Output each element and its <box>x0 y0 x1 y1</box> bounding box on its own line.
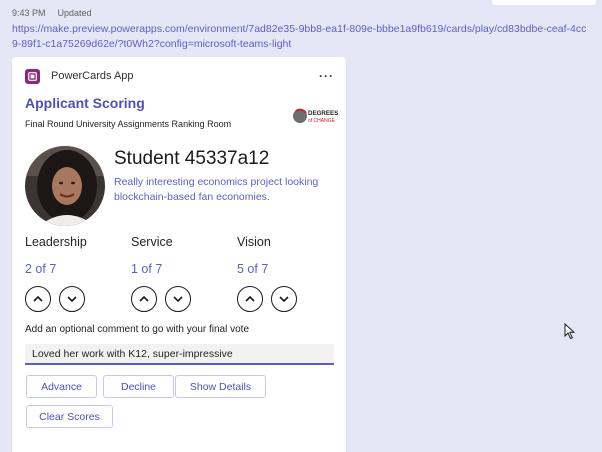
app-icon <box>25 68 40 84</box>
chevron-up-icon <box>245 295 255 302</box>
mouse-cursor-icon <box>564 323 576 340</box>
more-options-icon[interactable]: ··· <box>319 70 334 82</box>
power-card: PowerCards App ··· Applicant Scoring Fin… <box>12 57 346 452</box>
timestamp: 9:43 PM <box>12 8 46 18</box>
service-value: 1 of 7 <box>131 262 163 276</box>
student-description: Really interesting economics project loo… <box>114 176 319 203</box>
svg-text:DEGREES: DEGREES <box>308 110 338 117</box>
decline-button[interactable]: Decline <box>103 375 174 398</box>
chevron-down-icon <box>279 296 289 303</box>
student-avatar <box>25 146 105 226</box>
vision-value: 5 of 7 <box>237 262 269 276</box>
url-link[interactable]: https://make.preview.powerapps.com/envir… <box>12 22 590 52</box>
service-increase-button[interactable] <box>131 286 157 312</box>
advance-button[interactable]: Advance <box>26 375 97 398</box>
leadership-score-group: Leadership 2 of 7 <box>25 235 125 312</box>
student-name: Student 45337a12 <box>114 148 270 169</box>
chevron-up-icon <box>139 295 149 302</box>
leadership-label: Leadership <box>25 235 87 249</box>
clear-scores-button[interactable]: Clear Scores <box>26 405 113 428</box>
leadership-decrease-button[interactable] <box>59 286 85 312</box>
top-right-panel <box>492 0 596 5</box>
service-score-group: Service 1 of 7 <box>131 235 231 312</box>
updated-label: Updated <box>57 8 92 18</box>
vision-score-group: Vision 5 of 7 <box>237 235 337 312</box>
service-decrease-button[interactable] <box>165 286 191 312</box>
leadership-increase-button[interactable] <box>25 286 51 312</box>
service-label: Service <box>131 235 173 249</box>
vision-increase-button[interactable] <box>237 286 263 312</box>
vision-label: Vision <box>237 235 271 249</box>
degrees-of-change-logo: DEGREES of CHANGE <box>293 108 338 124</box>
card-header: PowerCards App ··· <box>25 67 334 85</box>
app-name: PowerCards App <box>51 70 134 82</box>
card-title: Applicant Scoring <box>25 95 145 111</box>
show-details-button[interactable]: Show Details <box>175 375 266 398</box>
card-subtitle: Final Round University Assignments Ranki… <box>25 119 232 129</box>
comment-label: Add an optional comment to go with your … <box>25 324 250 335</box>
leadership-value: 2 of 7 <box>25 262 57 276</box>
vision-decrease-button[interactable] <box>271 286 297 312</box>
chevron-down-icon <box>67 296 77 303</box>
message-meta: 9:43 PM Updated <box>12 8 92 18</box>
svg-text:of CHANGE: of CHANGE <box>308 118 336 124</box>
comment-input[interactable] <box>25 344 334 365</box>
chevron-down-icon <box>173 296 183 303</box>
chevron-up-icon <box>33 295 43 302</box>
